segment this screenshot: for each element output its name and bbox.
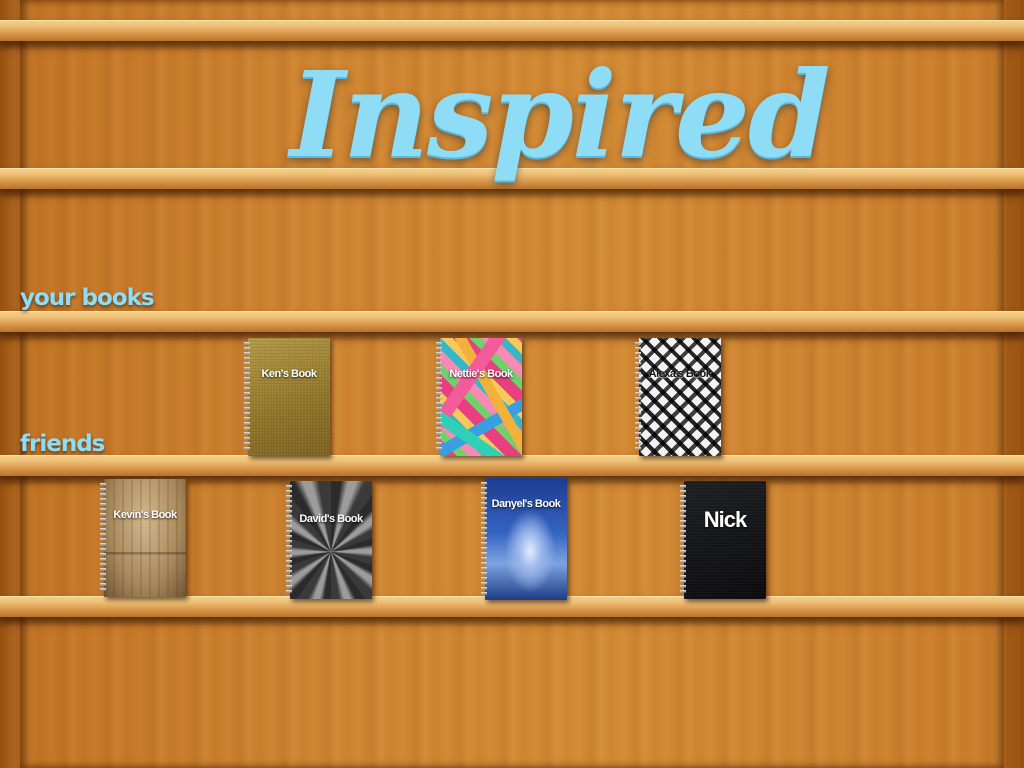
spiral-binding bbox=[680, 485, 686, 595]
book-alexas-book[interactable]: Alexa's Book bbox=[635, 338, 721, 456]
spiral-binding bbox=[244, 342, 250, 452]
book-davids-book[interactable]: David's Book bbox=[286, 481, 372, 599]
book-kevins-book[interactable]: Kevin's Book bbox=[100, 479, 186, 597]
spiral-binding bbox=[286, 485, 292, 595]
book-title: Nick bbox=[703, 507, 747, 532]
book-kens-book[interactable]: Ken's Book bbox=[244, 338, 330, 456]
spiral-binding bbox=[100, 483, 106, 593]
app-logo: Inspired bbox=[290, 45, 831, 184]
book-nick[interactable]: Nick bbox=[680, 481, 766, 599]
book-title: Ken's Book bbox=[261, 368, 317, 380]
book-title: Danyel's Book bbox=[491, 498, 561, 510]
section-label-friends: friends bbox=[20, 431, 105, 457]
shelf-2 bbox=[0, 311, 1024, 342]
book-title: Kevin's Book bbox=[113, 509, 177, 521]
spiral-binding bbox=[635, 342, 641, 452]
book-title: Nettie's Book bbox=[449, 368, 513, 380]
spiral-binding bbox=[436, 342, 442, 452]
book-danyels-book[interactable]: Danyel's Book bbox=[481, 478, 567, 600]
book-title: David's Book bbox=[299, 513, 363, 525]
book-netties-book[interactable]: Nettie's Book bbox=[436, 338, 522, 456]
section-label-your-books: your books bbox=[20, 285, 155, 311]
book-title: Alexa's Book bbox=[648, 368, 712, 380]
shelf-top bbox=[0, 20, 1024, 51]
shelf-3 bbox=[0, 455, 1024, 486]
